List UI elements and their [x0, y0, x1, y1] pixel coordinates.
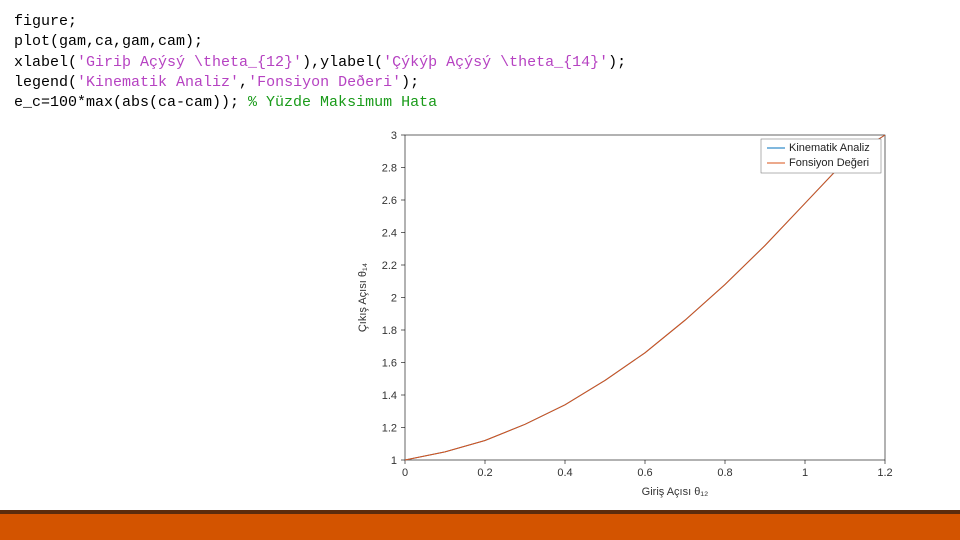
- code-string: 'Fonsiyon Deðeri': [248, 74, 401, 91]
- x-tick-label: 1: [802, 467, 808, 479]
- code-string: 'Kinematik Analiz': [77, 74, 239, 91]
- x-tick-label: 0.2: [477, 467, 492, 479]
- code-text: xlabel(: [14, 54, 77, 71]
- y-tick-label: 1.2: [382, 423, 397, 435]
- code-line: plot(gam,ca,gam,cam);: [14, 32, 946, 52]
- code-comment: % Yüzde Maksimum Hata: [248, 94, 437, 111]
- y-tick-label: 2: [391, 293, 397, 305]
- y-tick-label: 1.6: [382, 358, 397, 370]
- y-tick-label: 2.6: [382, 195, 397, 207]
- code-text: legend(: [14, 74, 77, 91]
- legend-label: Kinematik Analiz: [789, 142, 870, 154]
- code-line: legend('Kinematik Analiz','Fonsiyon Deðe…: [14, 73, 946, 93]
- x-tick-label: 0.6: [637, 467, 652, 479]
- code-line: figure;: [14, 12, 946, 32]
- y-tick-label: 1.4: [382, 390, 397, 402]
- y-tick-label: 3: [391, 130, 397, 142]
- footer-bar: [0, 510, 960, 540]
- code-line: e_c=100*max(abs(ca-cam)); % Yüzde Maksim…: [14, 93, 946, 113]
- code-string: 'Giriþ Açýsý \theta_{12}': [77, 54, 302, 71]
- x-axis-label: Giriş Açısı θ₁₂: [642, 486, 709, 498]
- legend-label: Fonsiyon Değeri: [789, 157, 869, 169]
- code-block: figure;plot(gam,ca,gam,cam);xlabel('Giri…: [0, 0, 960, 117]
- chart: 0 0.2 0.4 0.6 0.8 1 1.2 1 1.2 1.4 1.6 1.8 2 2.2 2.4 2.6…: [350, 125, 900, 505]
- y-tick-label: 2.2: [382, 260, 397, 272]
- code-text: );: [401, 74, 419, 91]
- code-line: xlabel('Giriþ Açýsý \theta_{12}'),ylabel…: [14, 53, 946, 73]
- y-tick-label: 1: [391, 455, 397, 467]
- code-text: e_c=100*max(abs(ca-cam));: [14, 94, 248, 111]
- y-tick-label: 2.4: [382, 228, 397, 240]
- code-string: 'Çýkýþ Açýsý \theta_{14}': [383, 54, 608, 71]
- code-text: );: [608, 54, 626, 71]
- y-tick-label: 2.8: [382, 163, 397, 175]
- x-tick-label: 0.4: [557, 467, 572, 479]
- plot-frame: [405, 135, 885, 460]
- x-tick-label: 0.8: [717, 467, 732, 479]
- x-tick-label: 1.2: [877, 467, 892, 479]
- y-tick-label: 1.8: [382, 325, 397, 337]
- code-text: ,: [239, 74, 248, 91]
- chart-svg: 0 0.2 0.4 0.6 0.8 1 1.2 1 1.2 1.4 1.6 1.8 2 2.2 2.4 2.6…: [350, 125, 900, 505]
- code-text: ),ylabel(: [302, 54, 383, 71]
- x-tick-label: 0: [402, 467, 408, 479]
- y-axis-label: Çıkış Açısı θ₁₄: [357, 262, 369, 332]
